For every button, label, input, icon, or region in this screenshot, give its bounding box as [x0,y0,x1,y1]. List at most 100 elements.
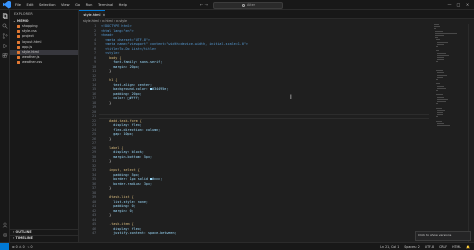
menu-item-view[interactable]: View [61,0,70,10]
line-number: 37 [92,186,96,190]
timeline-section[interactable]: › TIMELINE [10,235,79,240]
line-number: 31 [92,159,96,163]
back-forward-icon[interactable]: ← → [200,2,208,7]
line-number: 11 [92,69,96,73]
status-item[interactable]: UTF-8 [425,245,434,249]
line-number: 47 [92,231,96,235]
line-number: 14 [92,82,96,87]
code-line: } [101,186,112,190]
line-number: 2 [94,28,96,33]
minimap-line [436,107,442,109]
window-controls: — □ × [445,1,472,9]
code-area[interactable]: <!DOCTYPE html> <html lang="en"> <head> <m… [101,24,431,242]
notification-toast[interactable]: Click to show versions [415,231,471,241]
minimap-line [436,116,438,118]
minimap-line [437,54,449,56]
minimap-line [435,32,457,34]
line-number: 6 [94,46,96,51]
menu-item-run[interactable]: Run [86,0,93,10]
minimap-line [435,30,444,32]
files-icon[interactable] [2,13,8,19]
extensions-icon[interactable] [2,53,8,59]
code-line: } [101,69,112,73]
problems-status[interactable]: ⊗ 0 ⚠ 0 [12,245,25,249]
outline-section[interactable]: › OUTLINE [10,229,79,234]
status-bar: ⊗ 0 ⚠ 0 ⌁ 0 Ln 21, Col 1 Spaces: 2 UTF-8 CR… [0,242,474,250]
line-number: 42 [92,208,96,213]
minimap-line [437,74,448,76]
line-number: 41 [92,204,96,208]
explorer-sidebar: EXPLORER ⌄ MEMO shopping style.css project… [10,10,79,242]
status-item[interactable]: Ln 21, Col 1 [380,245,399,249]
status-item[interactable]: CRLF [439,245,447,249]
minimap[interactable] [434,24,464,144]
code-line: justify-content: space-between; [101,231,177,235]
line-number: 33 [92,168,96,172]
file-icon [17,56,20,60]
line-number: 30 [92,154,96,159]
line-number: 43 [92,213,96,217]
tab-style-html[interactable]: style.html × [79,10,105,19]
remote-indicator-icon[interactable] [0,242,9,250]
file-item[interactable]: weather.css [10,60,78,65]
title-bar: File Edit Selection View Go Run Terminal Help ←… [0,0,474,10]
minimap-line [437,43,444,45]
code-editor[interactable]: 1 2 3 4 5 6 7 8 9 10 11 12 13 14 15 16 17 18 19 20 21 22 23 24 2… [79,24,474,242]
minimap-line [435,37,439,39]
vertical-scrollbar[interactable] [468,24,474,242]
maximize-icon[interactable]: □ [454,1,463,9]
source-control-icon[interactable] [2,33,8,39]
minimap-line [437,76,443,78]
file-icon [17,45,20,49]
menu-bar: File Edit Selection View Go Run Terminal Help [15,0,132,10]
minimap-line [435,35,445,36]
line-number: 13 [92,78,96,82]
menu-item-terminal[interactable]: Terminal [98,0,113,10]
line-number: 39 [92,195,96,199]
minimap-line [436,79,438,80]
file-label: weather.css [22,60,43,65]
line-number: 35 [92,177,96,181]
tab-label: style.html [83,13,101,17]
account-icon[interactable] [2,222,8,228]
minimap-line [436,120,442,122]
minimap-line [437,72,444,74]
run-debug-icon[interactable] [2,43,8,49]
line-number: 28 [92,145,96,150]
file-icon [17,25,20,29]
line-number: 10 [92,64,96,69]
ports-status[interactable]: ⌁ 0 [28,245,33,249]
line-number: 34 [92,172,96,177]
minimap-line [437,112,443,113]
line-number: 5 [94,42,96,46]
minimap-line [434,26,440,28]
line-number-gutter: 1 2 3 4 5 6 7 8 9 10 11 12 13 14 15 16 17 18 19 20 21 22 23 24 2… [79,24,99,242]
status-item[interactable]: 🔔 [466,245,470,249]
status-item[interactable]: Spaces: 2 [404,245,420,249]
gear-icon[interactable] [2,232,8,238]
line-number: 22 [92,118,96,123]
line-number: 12 [92,73,96,78]
line-number: 23 [92,123,96,127]
close-icon[interactable]: × [463,1,472,9]
status-item[interactable]: HTML [452,245,461,249]
minimap-line [436,94,443,96]
line-number: 24 [92,127,96,132]
menu-item-edit[interactable]: Edit [27,0,34,10]
minimap-line [436,70,443,72]
line-number: 19 [92,105,96,109]
search-placeholder: Aiter [247,3,256,7]
line-number: 27 [92,141,96,145]
search-icon[interactable] [2,23,8,29]
menu-item-selection[interactable]: Selection [39,0,56,10]
close-icon[interactable]: × [102,13,105,17]
minimap-line [437,101,446,102]
menu-item-help[interactable]: Help [119,0,127,10]
menu-item-file[interactable]: File [15,0,21,10]
minimize-icon[interactable]: — [445,1,454,9]
minimap-line [436,90,438,91]
command-center-search[interactable]: Aiter [213,1,283,9]
line-number: 45 [92,222,96,226]
line-number: 40 [92,199,96,204]
menu-item-go[interactable]: Go [75,0,80,10]
